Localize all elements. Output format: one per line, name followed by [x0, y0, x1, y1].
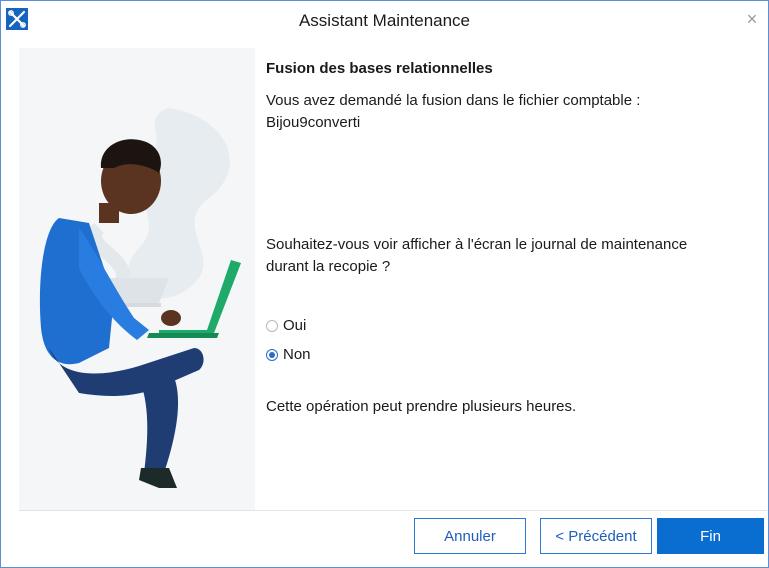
close-icon[interactable]: × [740, 7, 764, 31]
radio-oui-label: Oui [283, 317, 307, 334]
window-title: Assistant Maintenance [298, 11, 471, 30]
question-text-continued: durant la recopie ? [266, 258, 391, 275]
duration-note: Cette opération peut prendre plusieurs h… [266, 398, 577, 415]
illustration-panel [19, 48, 255, 510]
previous-button[interactable]: < Précédent [540, 518, 652, 554]
radio-oui[interactable]: Oui [266, 317, 306, 334]
cancel-button[interactable]: Annuler [414, 518, 526, 554]
person-with-laptop-illustration [39, 108, 241, 488]
info-text: Vous avez demandé la fusion dans le fich… [266, 92, 641, 109]
radio-checked-icon[interactable] [266, 348, 278, 361]
title-bar: Assistant Maintenance × [1, 1, 768, 39]
finish-button[interactable]: Fin [657, 518, 764, 554]
question-text: Souhaitez-vous voir afficher à l'écran l… [266, 236, 688, 253]
footer-divider [19, 510, 767, 511]
radio-non-label: Non [283, 346, 311, 363]
file-name: Bijou9converti [266, 114, 361, 131]
radio-non[interactable]: Non [266, 346, 311, 363]
wizard-window: Assistant Maintenance × Fusion des bases… [0, 0, 769, 568]
radio-unchecked-icon[interactable] [266, 319, 278, 332]
step-heading: Fusion des bases relationnelles [266, 60, 493, 77]
